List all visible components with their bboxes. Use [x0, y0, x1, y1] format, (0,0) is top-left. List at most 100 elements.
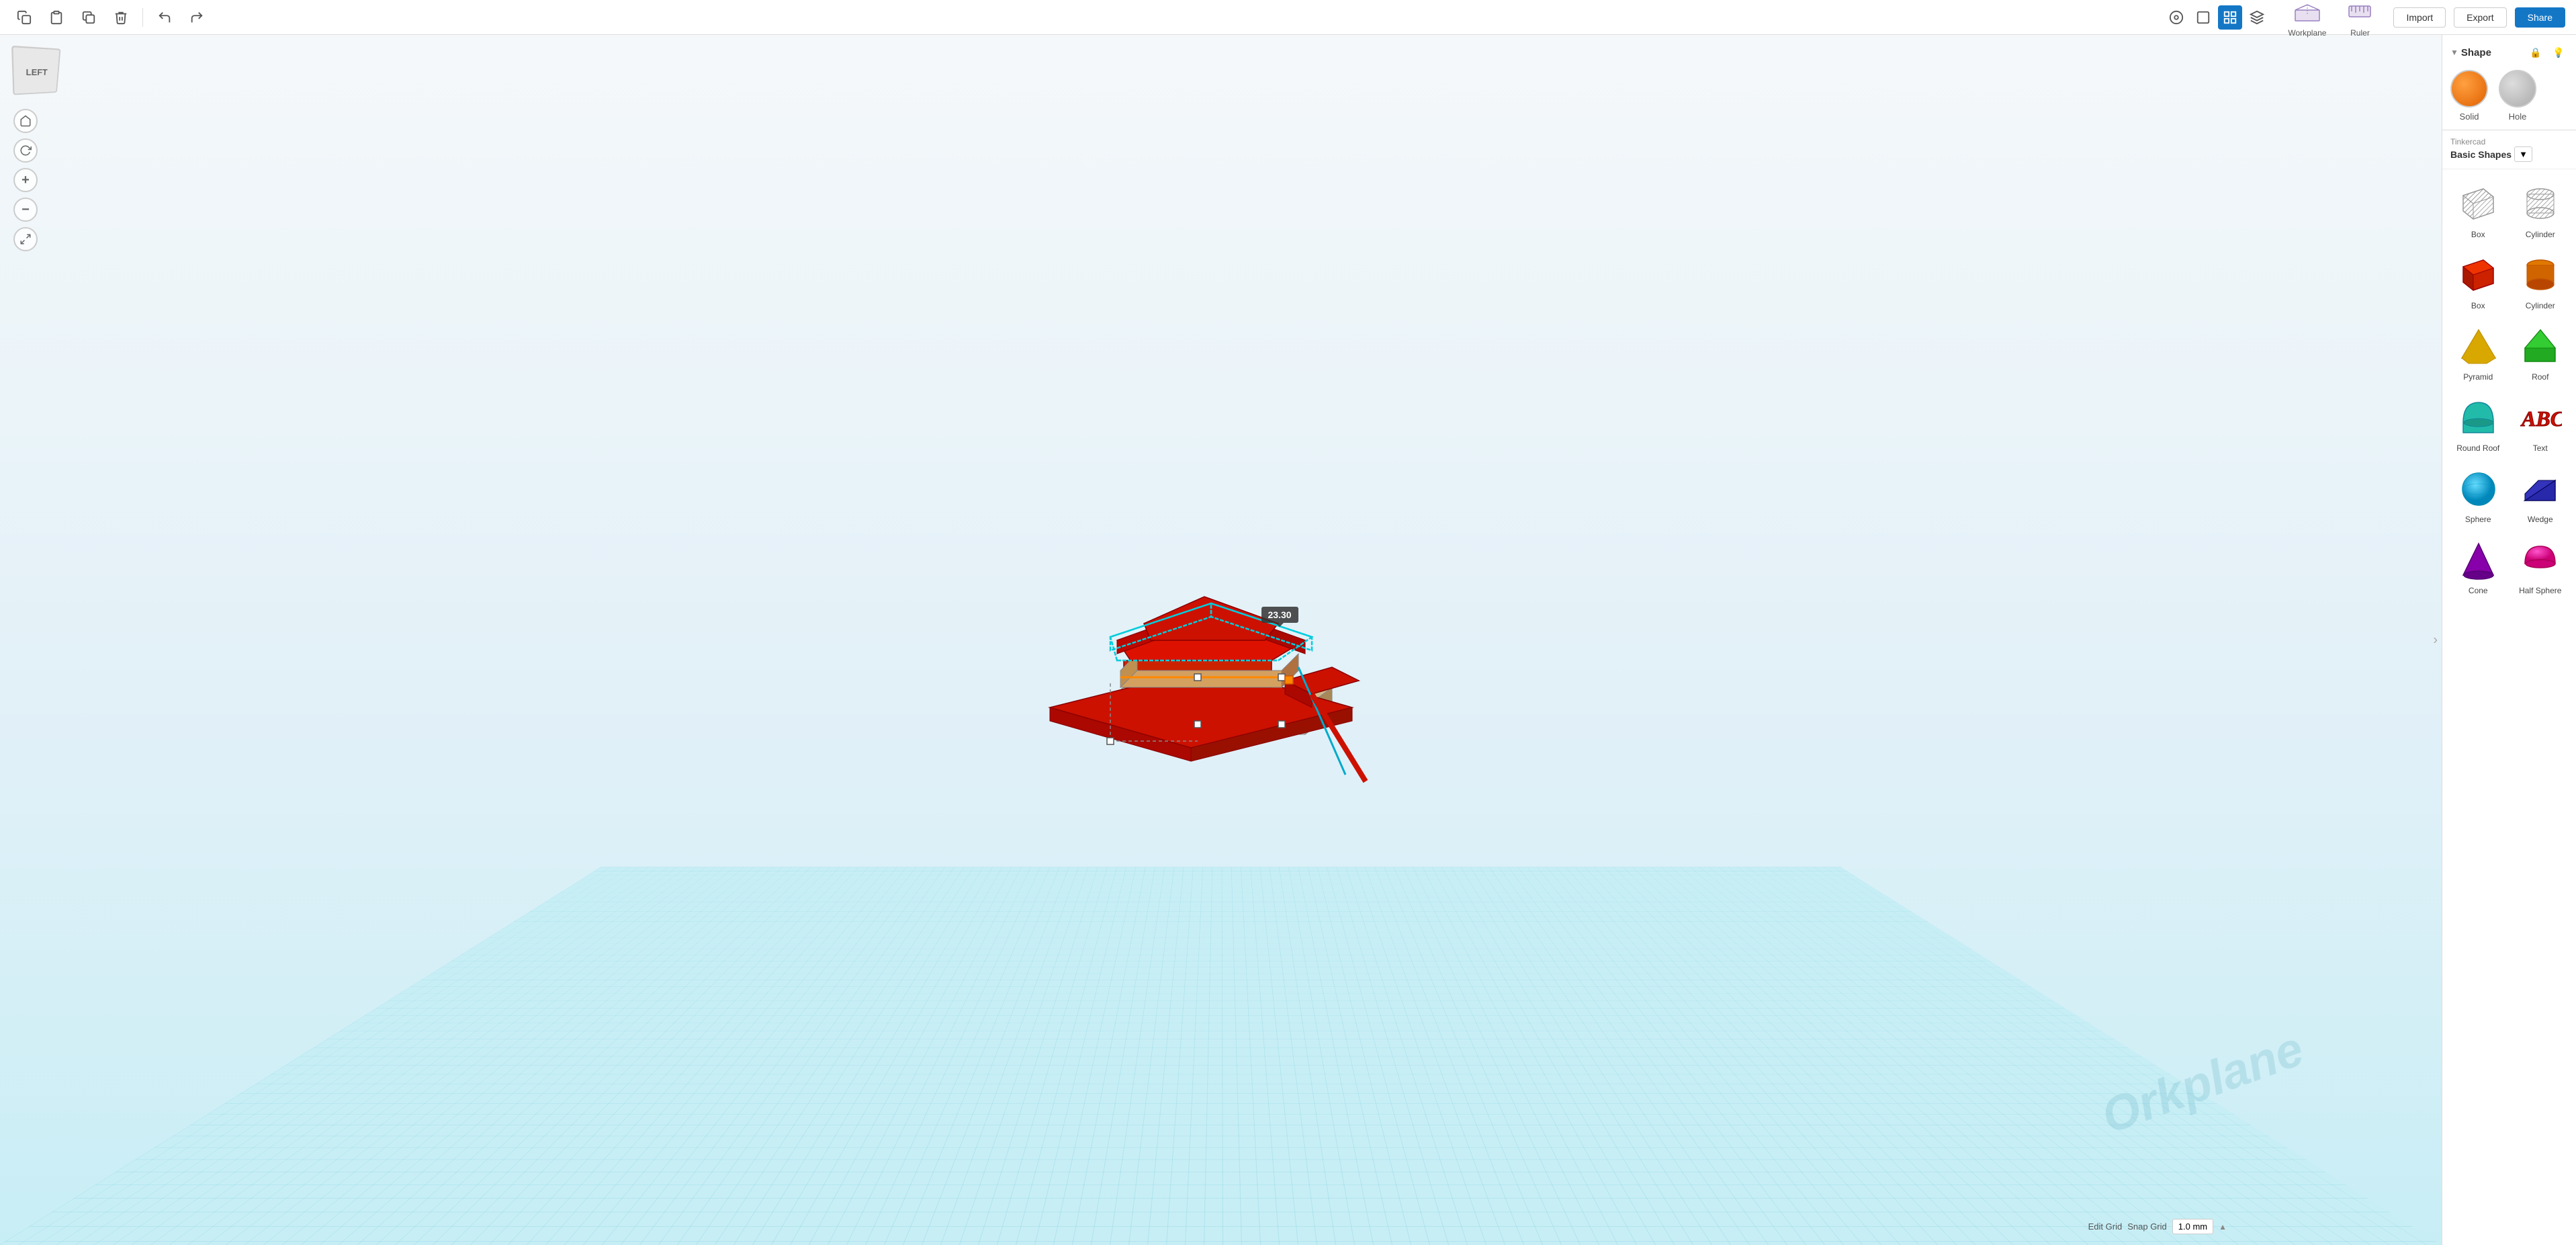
main-area: LEFT + − [0, 35, 2576, 1245]
solid-circle [2450, 70, 2488, 108]
shape-title-text: Shape [2461, 47, 2491, 58]
snap-grid-value[interactable]: 1.0 mm [2172, 1219, 2213, 1234]
bottom-controls: Edit Grid Snap Grid 1.0 mm ▲ [2088, 1219, 2227, 1234]
left-nav: + − [13, 109, 38, 251]
wedge-thumb [2517, 465, 2564, 512]
shape-pyramid-label: Pyramid [2463, 372, 2493, 382]
solid-label: Solid [2460, 112, 2479, 122]
roof-thumb [2517, 323, 2564, 370]
library-name: Basic Shapes [2450, 149, 2512, 160]
ruler-button[interactable]: Ruler [2340, 0, 2380, 42]
rotate-button[interactable] [13, 138, 38, 163]
edit-grid-button[interactable]: Edit Grid [2088, 1221, 2123, 1232]
pyramid-thumb [2454, 323, 2501, 370]
handle-bottom [1194, 721, 1201, 728]
shape-box-gray-label: Box [2471, 230, 2485, 239]
shape-item-sphere[interactable]: Sphere [2448, 460, 2509, 529]
hole-circle [2499, 70, 2536, 108]
shape-wedge-label: Wedge [2528, 515, 2553, 524]
copy-button[interactable] [11, 4, 38, 31]
lock-icon-button[interactable]: 🔒 [2526, 43, 2545, 62]
shape-item-box-red[interactable]: Box [2448, 246, 2509, 316]
delete-button[interactable] [107, 4, 134, 31]
library-source: Tinkercad [2450, 137, 2532, 146]
half-sphere-thumb [2517, 536, 2564, 583]
shape-item-cone[interactable]: Cone [2448, 531, 2509, 601]
hole-label: Hole [2509, 112, 2527, 122]
view-sym-button[interactable] [2245, 5, 2269, 30]
ruler-label: Ruler [2350, 28, 2370, 38]
view-cube[interactable]: LEFT [13, 48, 67, 102]
undo-button[interactable] [151, 4, 178, 31]
toolbar-right: Workplane Ruler Import Export Share [2164, 0, 2565, 42]
share-button[interactable]: Share [2515, 7, 2565, 28]
shape-panel-icons: 🔒 💡 [2526, 43, 2568, 62]
shapes-grid: Box Cylinder [2442, 169, 2576, 606]
fit-view-button[interactable] [13, 227, 38, 251]
handle-right [1278, 674, 1285, 681]
cylinder-gray-thumb [2517, 180, 2564, 227]
import-button[interactable]: Import [2393, 7, 2446, 28]
separator-1 [142, 8, 143, 27]
zoom-out-button[interactable]: − [13, 198, 38, 222]
shape-item-box-gray[interactable]: Box [2448, 175, 2509, 245]
paste-button[interactable] [43, 4, 70, 31]
duplicate-button[interactable] [75, 4, 102, 31]
shape-item-half-sphere[interactable]: Half Sphere [2510, 531, 2571, 601]
shapes-library: Tinkercad Basic Shapes ▼ [2442, 130, 2576, 1245]
shape-cone-label: Cone [2469, 586, 2488, 595]
top-toolbar: Workplane Ruler Import Export Share [0, 0, 2576, 35]
zoom-in-button[interactable]: + [13, 168, 38, 192]
workplane-label: Workplane [2288, 28, 2326, 38]
shape-cylinder-orange-label: Cylinder [2526, 301, 2555, 310]
shape-cylinder-gray-label: Cylinder [2526, 230, 2555, 239]
solid-option[interactable]: Solid [2450, 70, 2488, 122]
library-header: Tinkercad Basic Shapes ▼ [2442, 130, 2576, 169]
shape-box-red-label: Box [2471, 301, 2485, 310]
cone-thumb [2454, 536, 2501, 583]
snap-grid-label: Snap Grid [2127, 1221, 2167, 1232]
library-dropdown[interactable]: ▼ [2514, 146, 2532, 162]
view-cube-box[interactable]: LEFT [11, 46, 60, 95]
hole-option[interactable]: Hole [2499, 70, 2536, 122]
shape-round-roof-label: Round Roof [2456, 443, 2499, 453]
box-gray-thumb [2454, 180, 2501, 227]
light-icon-button[interactable]: 💡 [2549, 43, 2568, 62]
shape-item-cylinder-orange[interactable]: Cylinder [2510, 246, 2571, 316]
shape-text-label: Text [2533, 443, 2548, 453]
view-box-button[interactable] [2191, 5, 2215, 30]
workplane-icon [2293, 0, 2322, 26]
box-red-thumb [2454, 251, 2501, 298]
model-container[interactable]: 23.30 [1000, 472, 1403, 808]
view-grid-button[interactable] [2218, 5, 2242, 30]
redo-button[interactable] [183, 4, 210, 31]
workplane-button[interactable]: Workplane [2282, 0, 2331, 42]
text-3d-thumb: ABC [2517, 394, 2564, 441]
shape-half-sphere-label: Half Sphere [2519, 586, 2561, 595]
shape-roof-label: Roof [2532, 372, 2548, 382]
shape-item-round-roof[interactable]: Round Roof [2448, 388, 2509, 458]
shape-item-wedge[interactable]: Wedge [2510, 460, 2571, 529]
shape-item-cylinder-gray[interactable]: Cylinder [2510, 175, 2571, 245]
view-icons [2164, 5, 2269, 30]
workplane-ruler-area: Workplane Ruler [2277, 0, 2385, 42]
shape-item-roof[interactable]: Roof [2510, 317, 2571, 387]
view-cube-label: LEFT [26, 67, 48, 77]
handle-br [1278, 721, 1285, 728]
shape-sphere-label: Sphere [2465, 515, 2491, 524]
shape-item-text[interactable]: ABC Text [2510, 388, 2571, 458]
shape-panel: ▼ Shape 🔒 💡 Solid Hole [2442, 35, 2576, 130]
svg-text:ABC: ABC [2520, 406, 2562, 431]
view-home-button[interactable] [2164, 5, 2188, 30]
ruler-icon [2345, 0, 2374, 26]
sphere-thumb [2454, 465, 2501, 512]
viewport[interactable]: LEFT + − [0, 35, 2442, 1245]
round-roof-thumb [2454, 394, 2501, 441]
shape-item-pyramid[interactable]: Pyramid [2448, 317, 2509, 387]
rotate-home-button[interactable] [13, 109, 38, 133]
handle-center [1194, 674, 1201, 681]
right-panel: ▼ Shape 🔒 💡 Solid Hole [2442, 35, 2576, 1245]
export-button[interactable]: Export [2454, 7, 2506, 28]
shape-panel-title: ▼ Shape [2450, 47, 2491, 58]
model-svg [1016, 479, 1386, 802]
